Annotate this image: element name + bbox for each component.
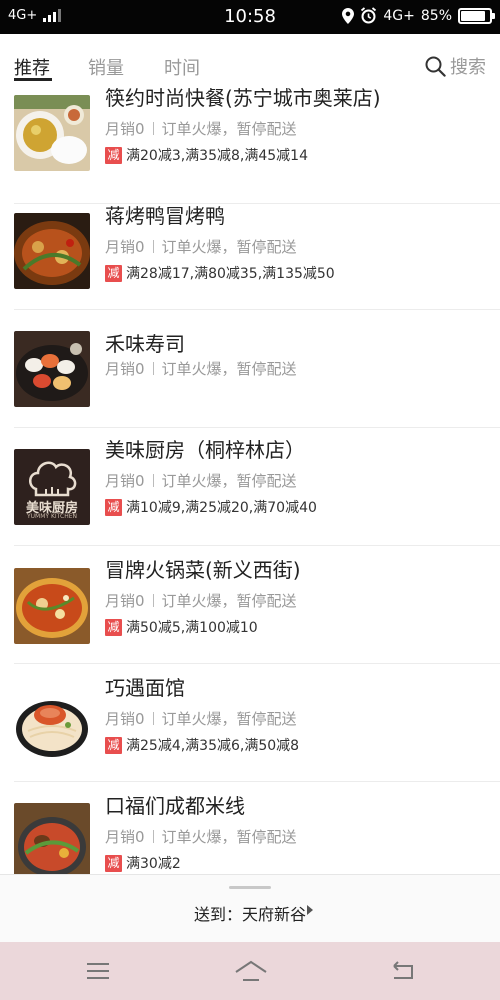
status-bar: 4G+ 10:58 4G+ 85%	[0, 0, 500, 34]
restaurant-item[interactable]: 巧遇面馆 月销0 订单火爆，暂停配送 减满25减4,满35减6,满50减8	[0, 664, 500, 782]
search-button[interactable]: 搜索	[425, 53, 486, 79]
delivery-status: 订单火爆，暂停配送	[161, 360, 297, 378]
restaurant-item[interactable]: 筷约时尚快餐(苏宁城市奥莱店) 月销0 订单火爆，暂停配送 减满20减3,满35减…	[0, 86, 500, 204]
restaurant-meta: 月销0 订单火爆，暂停配送	[105, 118, 297, 139]
restaurant-meta: 月销0 订单火爆，暂停配送	[105, 470, 297, 491]
restaurant-meta: 月销0 订单火爆，暂停配送	[105, 590, 297, 611]
promo-text: 满20减3,满35减8,满45减14	[126, 148, 308, 164]
promo-row: 减满50减5,满100减10	[105, 617, 258, 637]
back-button[interactable]	[388, 956, 418, 986]
restaurant-thumbnail	[14, 568, 90, 644]
promo-text: 满50减5,满100减10	[126, 620, 258, 636]
restaurant-item[interactable]: 蒋烤鸭冒烤鸭 月销0 订单火爆，暂停配送 减满28减17,满80减35,满135减…	[0, 192, 500, 310]
delivery-address-bar[interactable]: 送到：天府新谷	[0, 874, 500, 942]
restaurant-meta: 月销0 订单火爆，暂停配送	[105, 236, 297, 257]
promo-row: 减满25减4,满35减6,满50减8	[105, 735, 299, 755]
promo-text: 满28减17,满80减35,满135减50	[126, 266, 335, 282]
monthly-sales: 月销0	[105, 120, 145, 138]
restaurant-meta: 月销0 订单火爆，暂停配送	[105, 358, 297, 379]
restaurant-thumbnail	[14, 331, 90, 407]
restaurant-thumbnail	[14, 213, 90, 289]
tab-recommended[interactable]: 推荐	[14, 54, 50, 80]
delivery-status: 订单火爆，暂停配送	[161, 710, 297, 728]
promo-row: 减满20减3,满35减8,满45减14	[105, 145, 308, 165]
status-icons: 4G+ 85%	[342, 7, 495, 24]
restaurant-thumbnail: 美味厨房 YUMMY KITCHEN	[14, 449, 90, 525]
battery-percent: 85%	[420, 7, 452, 24]
battery-icon	[458, 7, 495, 24]
network-label: 4G+	[383, 7, 415, 24]
restaurant-name: 禾味寿司	[105, 332, 185, 356]
discount-badge: 减	[105, 146, 122, 164]
tab-time[interactable]: 时间	[164, 54, 200, 80]
restaurant-item[interactable]: 禾味寿司 月销0 订单火爆，暂停配送	[0, 310, 500, 428]
promo-row: 减满30减2	[105, 853, 181, 873]
discount-badge: 减	[105, 618, 122, 636]
promo-text: 满30减2	[126, 856, 181, 872]
back-icon	[393, 961, 413, 979]
drag-handle[interactable]	[229, 886, 271, 889]
restaurant-name: 美味厨房（桐梓林店）	[105, 438, 305, 462]
promo-row: 减满28减17,满80减35,满135减50	[105, 263, 335, 283]
discount-badge: 减	[105, 498, 122, 516]
active-tab-indicator	[14, 78, 52, 81]
restaurant-item[interactable]: 冒牌火锅菜(新义西街) 月销0 订单火爆，暂停配送 减满50减5,满100减10	[0, 546, 500, 664]
restaurant-meta: 月销0 订单火爆，暂停配送	[105, 826, 297, 847]
restaurant-name: 冒牌火锅菜(新义西街)	[105, 558, 301, 582]
monthly-sales: 月销0	[105, 592, 145, 610]
promo-text: 满10减9,满25减20,满70减40	[126, 500, 317, 516]
delivery-status: 订单火爆，暂停配送	[161, 828, 297, 846]
restaurant-name: 筷约时尚快餐(苏宁城市奥莱店)	[105, 86, 381, 110]
delivery-status: 订单火爆，暂停配送	[161, 472, 297, 490]
restaurant-thumbnail	[14, 95, 90, 171]
home-button[interactable]	[234, 956, 267, 986]
restaurant-item[interactable]: 口福们成都米线 月销0 订单火爆，暂停配送 减满30减2	[0, 782, 500, 874]
discount-badge: 减	[105, 264, 122, 282]
promo-row: 减满10减9,满25减20,满70减40	[105, 497, 317, 517]
restaurant-name: 蒋烤鸭冒烤鸭	[105, 204, 225, 228]
chevron-right-icon	[307, 905, 313, 915]
promo-text: 满25减4,满35减6,满50减8	[126, 738, 300, 754]
delivery-address: 送到：天府新谷	[193, 905, 306, 924]
tab-sales[interactable]: 销量	[88, 54, 124, 80]
menu-button[interactable]	[83, 956, 113, 986]
delivery-status: 订单火爆，暂停配送	[161, 238, 297, 256]
restaurant-thumbnail	[14, 803, 90, 874]
restaurant-name: 口福们成都米线	[105, 794, 245, 818]
discount-badge: 减	[105, 736, 122, 754]
search-label: 搜索	[450, 57, 486, 78]
menu-icon	[87, 963, 109, 979]
home-icon	[235, 960, 267, 981]
alarm-icon	[361, 7, 377, 24]
monthly-sales: 月销0	[105, 238, 145, 256]
search-icon	[425, 56, 446, 77]
location-icon	[342, 7, 355, 24]
logo-subtext: YUMMY KITCHEN	[27, 513, 77, 520]
restaurant-list: 筷约时尚快餐(苏宁城市奥莱店) 月销0 订单火爆，暂停配送 减满20减3,满35减…	[0, 86, 500, 874]
restaurant-meta: 月销0 订单火爆，暂停配送	[105, 708, 297, 729]
system-nav-bar	[0, 942, 500, 1000]
delivery-status: 订单火爆，暂停配送	[161, 592, 297, 610]
delivery-status: 订单火爆，暂停配送	[161, 120, 297, 138]
monthly-sales: 月销0	[105, 360, 145, 378]
monthly-sales: 月销0	[105, 828, 145, 846]
monthly-sales: 月销0	[105, 472, 145, 490]
restaurant-item[interactable]: 美味厨房 YUMMY KITCHEN 美味厨房（桐梓林店） 月销0 订单火爆，暂停…	[0, 428, 500, 546]
restaurant-thumbnail	[14, 685, 90, 761]
restaurant-name: 巧遇面馆	[105, 676, 185, 700]
monthly-sales: 月销0	[105, 710, 145, 728]
discount-badge: 减	[105, 854, 122, 872]
